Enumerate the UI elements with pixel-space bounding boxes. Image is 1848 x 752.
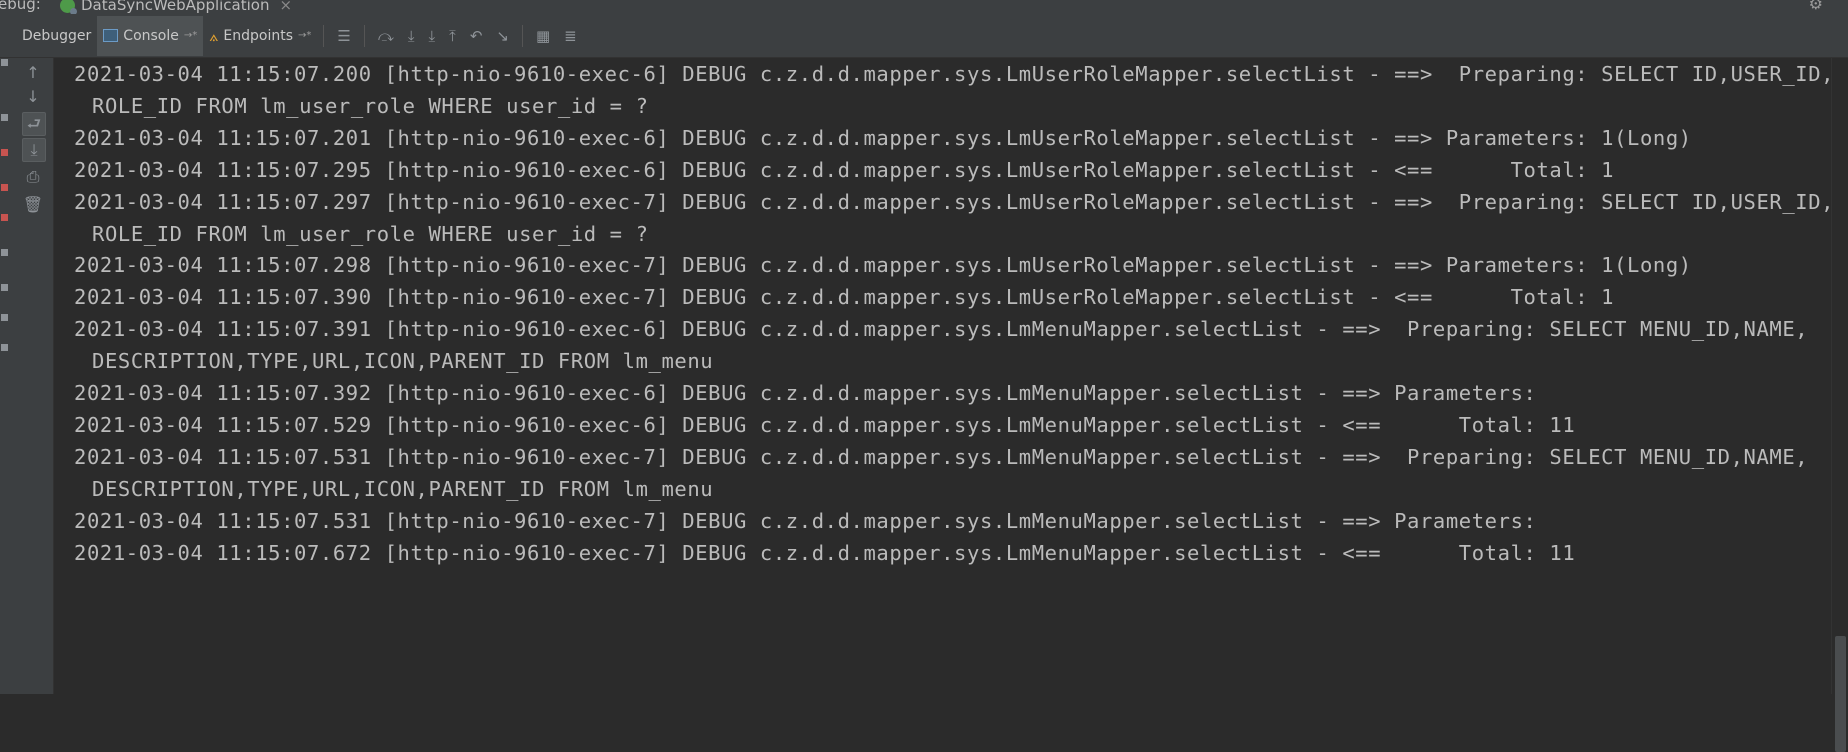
trash-icon[interactable]: 🗑 bbox=[22, 194, 44, 216]
toolbar-separator bbox=[323, 24, 325, 47]
scroll-to-end-icon[interactable]: ⤓ bbox=[22, 138, 46, 162]
console-line-continuation: DESCRIPTION,TYPE,URL,ICON,PARENT_ID FROM… bbox=[92, 476, 714, 501]
view-breakpoints-icon[interactable] bbox=[1, 184, 8, 191]
console-line: 2021-03-04 11:15:07.298 [http-nio-9610-e… bbox=[74, 253, 1692, 278]
console-line: 2021-03-04 11:15:07.392 [http-nio-9610-e… bbox=[74, 381, 1550, 405]
console-line: 2021-03-04 11:15:07.529 [http-nio-9610-e… bbox=[74, 412, 1576, 437]
step-over-icon[interactable]: ⤼ bbox=[371, 27, 401, 45]
soft-wrap-icon[interactable]: ⮐ bbox=[22, 112, 46, 136]
console-icon bbox=[103, 29, 119, 42]
debug-label: ebug: bbox=[0, 0, 41, 13]
menu-icon[interactable]: ☰ bbox=[330, 27, 357, 45]
spring-app-icon bbox=[60, 0, 77, 14]
console-line-continuation: ROLE_ID FROM lm_user_role WHERE user_id … bbox=[92, 221, 649, 246]
tab-endpoints-pin[interactable]: →* bbox=[298, 30, 311, 41]
console-line: 2021-03-04 11:15:07.391 [http-nio-9610-e… bbox=[74, 317, 1809, 342]
debug-toolbar: Debugger Console →* ⟑ Endpoints →* ☰ ⤼ ⤓… bbox=[0, 14, 1848, 58]
debug-title-bar: ebug: DataSyncWebApplication × ⚙ – bbox=[0, 0, 1848, 14]
close-tab-icon[interactable]: × bbox=[279, 0, 292, 12]
scrollbar-thumb[interactable] bbox=[1835, 636, 1846, 752]
tab-debugger-label: Debugger bbox=[22, 27, 92, 44]
pause-icon[interactable] bbox=[1, 59, 8, 66]
tab-console-pin[interactable]: →* bbox=[184, 30, 197, 41]
trace-icon[interactable]: ≣ bbox=[557, 27, 584, 45]
mute-breakpoints-icon[interactable] bbox=[1, 214, 8, 221]
settings-small-icon[interactable] bbox=[1, 284, 8, 291]
run-to-cursor-icon[interactable]: ↘ bbox=[489, 27, 516, 45]
drop-frame-icon[interactable]: ↶ bbox=[463, 27, 490, 45]
vertical-scrollbar[interactable] bbox=[1831, 58, 1848, 752]
more-icon[interactable] bbox=[1, 344, 8, 351]
pin-icon[interactable] bbox=[1, 314, 8, 321]
run-config-label: DataSyncWebApplication bbox=[81, 0, 270, 14]
console-line-continuation: ROLE_ID FROM lm_user_role WHERE user_id … bbox=[92, 93, 649, 118]
tab-console[interactable]: Console →* bbox=[97, 15, 204, 56]
camera-icon[interactable] bbox=[1, 249, 8, 256]
run-config-tab[interactable]: DataSyncWebApplication × bbox=[60, 0, 292, 14]
console-line: 2021-03-04 11:15:07.390 [http-nio-9610-e… bbox=[74, 285, 1615, 310]
endpoints-icon: ⟑ bbox=[209, 26, 219, 45]
toolbar-separator bbox=[363, 24, 365, 47]
step-into-icon[interactable]: ⤓ bbox=[401, 27, 422, 45]
print-icon[interactable]: ⎙ bbox=[22, 166, 44, 188]
console-line: 2021-03-04 11:15:07.531 [http-nio-9610-e… bbox=[74, 444, 1809, 469]
force-step-into-icon[interactable]: ⤓ bbox=[422, 27, 443, 45]
evaluate-icon[interactable]: ▦ bbox=[529, 27, 557, 45]
stop-red-icon[interactable] bbox=[1, 149, 8, 156]
console-line: 2021-03-04 11:15:07.672 [http-nio-9610-e… bbox=[74, 540, 1576, 565]
tab-debugger[interactable]: Debugger bbox=[0, 16, 97, 56]
up-arrow-icon[interactable]: ↑ bbox=[22, 62, 44, 84]
console-line: 2021-03-04 11:15:07.201 [http-nio-9610-e… bbox=[74, 125, 1692, 150]
tab-endpoints-label: Endpoints bbox=[223, 27, 293, 44]
toolbar-separator bbox=[521, 24, 523, 47]
gear-icon[interactable]: ⚙ bbox=[1809, 0, 1823, 12]
console-output[interactable]: 2021-03-04 11:15:07.200 [http-nio-9610-e… bbox=[54, 58, 1832, 694]
console-line: 2021-03-04 11:15:07.295 [http-nio-9610-e… bbox=[74, 157, 1615, 182]
console-line: 2021-03-04 11:15:07.531 [http-nio-9610-e… bbox=[74, 508, 1550, 533]
console-line: 2021-03-04 11:15:07.200 [http-nio-9610-e… bbox=[74, 62, 1832, 86]
console-action-bar: ↑ ↓ ⮐ ⤓ ⎙ 🗑 bbox=[13, 58, 54, 694]
step-out-icon[interactable]: ⤒ bbox=[442, 27, 463, 45]
console-line-continuation: DESCRIPTION,TYPE,URL,ICON,PARENT_ID FROM… bbox=[92, 349, 714, 374]
tab-endpoints[interactable]: ⟑ Endpoints →* bbox=[203, 16, 317, 56]
left-tool-strip bbox=[0, 14, 13, 694]
down-arrow-icon[interactable]: ↓ bbox=[22, 86, 44, 108]
console-line: 2021-03-04 11:15:07.297 [http-nio-9610-e… bbox=[74, 189, 1832, 214]
stop-icon[interactable] bbox=[1, 114, 8, 121]
tab-console-label: Console bbox=[123, 27, 179, 44]
minus-icon[interactable]: – bbox=[1837, 0, 1846, 8]
